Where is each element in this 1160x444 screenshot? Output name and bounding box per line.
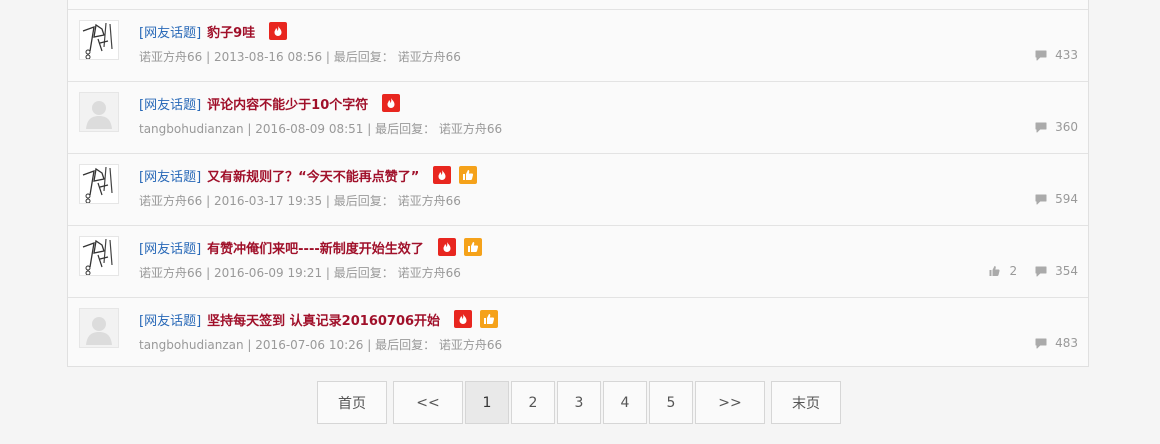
comment-count: 594 <box>1035 192 1078 206</box>
pagination: 首页 << 1 2 3 4 5 >> 末页 <box>317 381 843 424</box>
comment-count-value: 594 <box>1055 192 1078 206</box>
comment-count: 433 <box>1035 48 1078 62</box>
like-count-value: 2 <box>1009 264 1018 278</box>
thread-row[interactable]: [网友话题] 有赞冲俺们来吧----新制度开始生效了 诺亚方舟66 | 2016… <box>68 225 1088 297</box>
hot-badge-icon <box>382 94 401 112</box>
prev-page-button[interactable]: << <box>393 381 463 424</box>
page-button-4[interactable]: 4 <box>603 381 647 424</box>
page-button-2[interactable]: 2 <box>511 381 555 424</box>
page-button-1[interactable]: 1 <box>465 381 509 424</box>
thread-category[interactable]: [网友话题] <box>139 22 201 41</box>
thread-title[interactable]: 评论内容不能少于10个字符 <box>207 94 368 113</box>
comment-count: 483 <box>1035 336 1078 350</box>
sketch-avatar-icon[interactable] <box>79 236 119 276</box>
last-page-button[interactable]: 末页 <box>771 381 841 424</box>
thumbs-up-badge-icon <box>480 310 499 328</box>
thread-row[interactable]: [网友话题] 坚持每天签到 认真记录20160706开始 tangbohudia… <box>68 297 1088 369</box>
thumbs-up-badge-icon <box>459 166 478 184</box>
thread-stats: 594 <box>1017 192 1078 206</box>
comment-icon <box>1035 122 1047 132</box>
thread-row[interactable]: [网友话题] 又有新规则了？“今天不能再点赞了” 诺亚方舟66 | 2016-0… <box>68 153 1088 225</box>
hot-badge-icon <box>433 166 452 184</box>
sketch-avatar-icon[interactable] <box>79 20 119 60</box>
hot-badge-icon <box>454 310 473 328</box>
comment-count-value: 354 <box>1055 264 1078 278</box>
thread-category[interactable]: [网友话题] <box>139 166 201 185</box>
comment-count-value: 433 <box>1055 48 1078 62</box>
thread-category[interactable]: [网友话题] <box>139 238 201 257</box>
comment-count-value: 483 <box>1055 336 1078 350</box>
thread-title[interactable]: 有赞冲俺们来吧----新制度开始生效了 <box>207 238 424 257</box>
sketch-avatar-icon[interactable] <box>79 164 119 204</box>
thread-meta: 诺亚方舟66 | 2013-08-16 08:56 | 最后回复： 诺亚方舟66 <box>139 50 461 64</box>
thread-title[interactable]: 又有新规则了？“今天不能再点赞了” <box>207 166 419 185</box>
comment-count-value: 360 <box>1055 120 1078 134</box>
thread-meta: tangbohudianzan | 2016-07-06 10:26 | 最后回… <box>139 338 503 352</box>
hot-badge-icon <box>437 238 456 256</box>
thread-list: [网友话题] 豹子9哇 诺亚方舟66 | 2013-08-16 08:56 | … <box>67 0 1089 367</box>
thread-category[interactable]: [网友话题] <box>139 94 201 113</box>
thread-meta: 诺亚方舟66 | 2016-03-17 19:35 | 最后回复： 诺亚方舟66 <box>139 194 461 208</box>
thread-stats: 360 <box>1017 120 1078 134</box>
like-count: 2 <box>988 264 1017 278</box>
page-button-5[interactable]: 5 <box>649 381 693 424</box>
thumbs-up-badge-icon <box>463 238 482 256</box>
default-user-icon[interactable] <box>79 92 119 132</box>
thread-row[interactable]: [网友话题] 豹子9哇 诺亚方舟66 | 2013-08-16 08:56 | … <box>68 9 1088 81</box>
thread-stats: 433 <box>1017 48 1078 62</box>
page-button-3[interactable]: 3 <box>557 381 601 424</box>
thread-stats: 483 <box>1017 336 1078 350</box>
comment-icon <box>1035 266 1047 276</box>
next-page-button[interactable]: >> <box>695 381 765 424</box>
thread-category[interactable]: [网友话题] <box>139 310 201 329</box>
thread-row[interactable]: [网友话题] 评论内容不能少于10个字符 tangbohudianzan | 2… <box>68 81 1088 153</box>
thread-meta: tangbohudianzan | 2016-08-09 08:51 | 最后回… <box>139 122 503 136</box>
thread-meta: 诺亚方舟66 | 2016-06-09 19:21 | 最后回复： 诺亚方舟66 <box>139 266 461 280</box>
default-user-icon[interactable] <box>79 308 119 348</box>
comment-count: 360 <box>1035 120 1078 134</box>
comment-count: 354 <box>1035 264 1078 278</box>
thread-stats: 2 354 <box>970 264 1078 278</box>
thread-title[interactable]: 豹子9哇 <box>207 22 255 41</box>
comment-icon <box>1035 194 1047 204</box>
comment-icon <box>1035 50 1047 60</box>
comment-icon <box>1035 338 1047 348</box>
thread-title[interactable]: 坚持每天签到 认真记录20160706开始 <box>207 310 440 329</box>
first-page-button[interactable]: 首页 <box>317 381 387 424</box>
hot-badge-icon <box>269 22 288 40</box>
thumbs-up-icon <box>989 266 1001 276</box>
